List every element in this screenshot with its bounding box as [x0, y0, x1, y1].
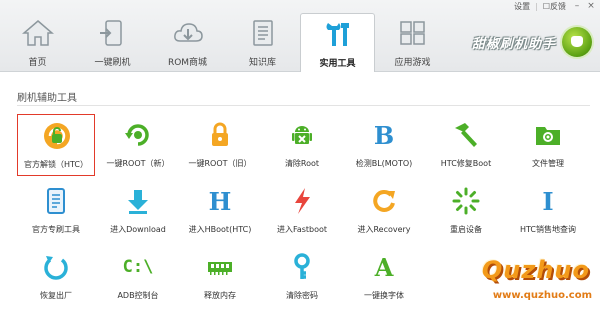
hammer-icon [446, 117, 486, 153]
tool-label: 进入Fastboot [276, 225, 328, 234]
download-icon [118, 183, 158, 219]
tool-label: ADB控制台 [117, 291, 159, 300]
tool-label: 清除Root [284, 159, 320, 168]
restore-icon [36, 249, 76, 285]
tool-htc-repair-boot[interactable]: HTC修复Boot [427, 114, 505, 176]
brand-title: 甜椒刷机助手 [471, 36, 556, 52]
tab-label: 应用游戏 [394, 58, 431, 68]
top-bar: 设置 | ☐反馈 – × 首页 一键刷机 ROM商城 知识库 实用工具 应用游戏… [0, 0, 600, 73]
official-tool-icon [36, 183, 76, 219]
tool-root-new[interactable]: 一键ROOT（新） [99, 114, 177, 176]
recovery-icon [364, 183, 404, 219]
tool-official-flash[interactable]: 官方专刷工具 [17, 180, 95, 242]
memory-icon [200, 249, 240, 285]
tool-label: 进入Download [110, 225, 166, 234]
cloud-download-icon [172, 19, 204, 47]
watermark-url: www.quzhuo.com [492, 290, 592, 301]
brand: 甜椒刷机助手 [472, 22, 592, 62]
folder-icon [528, 117, 568, 153]
tab-label: 首页 [28, 58, 47, 68]
tool-label: 官方解锁（HTC） [23, 160, 89, 169]
tool-htc-sales-region[interactable]: I HTC销售地查询 [509, 180, 587, 242]
tool-label: 进入HBoot(HTC) [188, 225, 252, 234]
tool-change-font[interactable]: A 一键换字体 [345, 246, 423, 308]
tab-label: 知识库 [248, 58, 276, 68]
tool-label: 清除密码 [286, 291, 318, 300]
window-controls: 设置 | ☐反馈 – × [510, 0, 598, 13]
tool-file-manager[interactable]: 文件管理 [509, 114, 587, 176]
letter-i-icon: I [542, 186, 554, 216]
unlock-icon [37, 118, 77, 154]
brand-logo-icon [562, 27, 592, 57]
tool-label: HTC修复Boot [440, 159, 492, 168]
tool-official-unlock[interactable]: 官方解锁（HTC） [17, 114, 95, 176]
section-title: 刷机辅助工具 [17, 93, 77, 104]
tool-label: 一键ROOT（新） [106, 159, 170, 168]
tool-clear-password[interactable]: 清除密码 [263, 246, 341, 308]
minimize-button[interactable]: – [570, 0, 584, 13]
tab-label: 实用工具 [319, 59, 356, 69]
tool-label: 一键换字体 [364, 291, 404, 300]
tool-adb-console[interactable]: C:\ ADB控制台 [99, 246, 177, 308]
tool-factory-reset[interactable]: 恢复出厂 [17, 246, 95, 308]
tab-knowledge-base[interactable]: 知识库 [225, 13, 300, 71]
watermark: Quzhuo www.quzhuo.com [464, 256, 592, 306]
tool-label: 一键ROOT（旧） [188, 159, 252, 168]
tool-label: HTC销售地查询 [519, 225, 577, 234]
tool-root-old[interactable]: 一键ROOT（旧） [181, 114, 259, 176]
divider [17, 105, 590, 106]
root-refresh-icon [118, 117, 158, 153]
letter-h-icon: H [208, 186, 232, 216]
chat-icon: ☐ [542, 2, 550, 11]
letter-b-icon: B [373, 120, 395, 150]
restart-icon [446, 183, 486, 219]
tool-label: 恢复出厂 [40, 291, 72, 300]
tool-enter-fastboot[interactable]: 进入Fastboot [263, 180, 341, 242]
close-button[interactable]: × [584, 0, 598, 13]
main-tabs: 首页 一键刷机 ROM商城 知识库 实用工具 应用游戏 [0, 13, 450, 73]
tab-apps-games[interactable]: 应用游戏 [375, 13, 450, 71]
home-icon [21, 19, 54, 47]
tool-enter-download[interactable]: 进入Download [99, 180, 177, 242]
settings-link[interactable]: 设置 [510, 0, 534, 13]
tool-label: 释放内存 [204, 291, 236, 300]
tool-enter-recovery[interactable]: 进入Recovery [345, 180, 423, 242]
feedback-link[interactable]: ☐反馈 [539, 0, 570, 13]
lightning-icon [282, 183, 322, 219]
tool-label: 文件管理 [532, 159, 564, 168]
tab-label: ROM商城 [167, 58, 208, 68]
tool-check-bl[interactable]: B 检测BL(MOTO) [345, 114, 423, 176]
tab-home[interactable]: 首页 [0, 13, 75, 71]
tab-label: 一键刷机 [94, 58, 131, 68]
letter-a-icon: A [374, 252, 394, 282]
tab-rom-store[interactable]: ROM商城 [150, 13, 225, 71]
document-icon [247, 19, 279, 47]
lock-icon [200, 117, 240, 153]
tab-utility-tools[interactable]: 实用工具 [300, 13, 375, 73]
phone-flash-icon [97, 19, 129, 47]
tools-panel: 刷机辅助工具 官方解锁（HTC） 一键ROOT（新） 一键ROOT（旧） 清除R… [0, 72, 600, 316]
console-icon: C:\ [122, 257, 154, 277]
tool-label: 官方专刷工具 [32, 225, 80, 234]
tool-clear-root[interactable]: 清除Root [263, 114, 341, 176]
tool-restart-device[interactable]: 重启设备 [427, 180, 505, 242]
tool-label: 检测BL(MOTO) [355, 159, 413, 168]
watermark-logo-text: Quzhuo [481, 256, 590, 284]
tool-label: 重启设备 [450, 225, 482, 234]
tool-label: 进入Recovery [357, 225, 411, 234]
tool-enter-hboot[interactable]: H 进入HBoot(HTC) [181, 180, 259, 242]
apps-icon [397, 19, 429, 47]
tools-icon [322, 20, 354, 48]
key-icon [282, 249, 322, 285]
tool-free-memory[interactable]: 释放内存 [181, 246, 259, 308]
android-icon [282, 117, 322, 153]
tab-one-click-flash[interactable]: 一键刷机 [75, 13, 150, 71]
